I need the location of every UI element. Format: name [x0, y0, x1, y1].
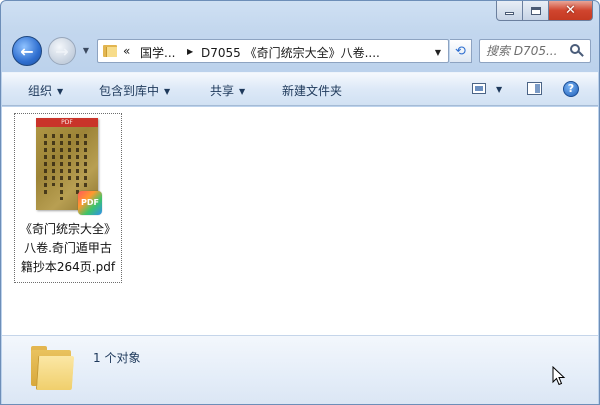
- folder-icon: [103, 45, 117, 57]
- search-box[interactable]: [479, 39, 591, 63]
- share-label: 共享: [210, 84, 235, 98]
- search-input[interactable]: [486, 43, 570, 59]
- caption-buttons: ✕: [496, 1, 593, 21]
- folder-icon: [29, 346, 75, 392]
- mouse-cursor-icon: [552, 366, 566, 386]
- back-button[interactable]: ←: [12, 36, 42, 66]
- chevron-down-icon: ▼: [57, 87, 64, 96]
- navigation-bar: ← → ▼ « 国学... ▶ D7055 《奇门统宗大全》八卷.... ▼ ⟲: [1, 31, 599, 71]
- preview-pane-icon[interactable]: [527, 82, 542, 95]
- view-options-chevron-icon[interactable]: ▼: [496, 85, 502, 94]
- maximize-icon: [530, 6, 541, 15]
- back-arrow-icon: ←: [20, 41, 34, 61]
- address-dropdown-icon[interactable]: ▼: [435, 48, 441, 57]
- breadcrumb-segment-current[interactable]: D7055 《奇门统宗大全》八卷....: [201, 44, 380, 61]
- item-count: 1 个对象: [93, 351, 141, 365]
- file-item[interactable]: PDF PDF 《奇门统宗大全》 八卷.奇门遁甲古 籍抄本264页.pdf: [14, 113, 122, 283]
- file-name-line: 《奇门统宗大全》: [19, 222, 116, 236]
- refresh-icon: ⟲: [455, 43, 466, 59]
- new-folder-button[interactable]: 新建文件夹: [282, 82, 342, 99]
- breadcrumb-segment[interactable]: 国学...: [140, 44, 175, 61]
- help-icon[interactable]: ?: [563, 81, 579, 97]
- organize-label: 组织: [28, 84, 53, 98]
- thumbnail-header-label: PDF: [61, 119, 73, 126]
- thumbnail-header: PDF: [36, 118, 98, 127]
- share-menu[interactable]: 共享 ▼: [210, 82, 245, 99]
- close-icon: ✕: [565, 3, 576, 18]
- include-in-library-menu[interactable]: 包含到库中 ▼: [99, 82, 170, 99]
- search-icon[interactable]: [570, 44, 584, 58]
- include-in-library-label: 包含到库中: [99, 84, 160, 98]
- breadcrumb-separator-icon[interactable]: ▶: [187, 47, 193, 56]
- chevron-down-icon: ▼: [164, 87, 171, 96]
- details-pane: 1 个对象: [2, 335, 598, 404]
- file-list-area[interactable]: PDF PDF 《奇门统宗大全》 八卷.奇门遁甲古 籍抄本264页.pdf: [2, 107, 598, 335]
- address-bar[interactable]: « 国学... ▶ D7055 《奇门统宗大全》八卷.... ▼: [97, 39, 449, 63]
- forward-arrow-icon: →: [55, 41, 69, 61]
- forward-button[interactable]: →: [48, 37, 76, 65]
- file-name-line: 八卷.奇门遁甲古: [24, 241, 112, 255]
- chevron-down-icon: ▼: [82, 45, 90, 55]
- command-bar: 组织 ▼ 包含到库中 ▼ 共享 ▼ 新建文件夹 ▼ ?: [2, 72, 598, 106]
- refresh-button[interactable]: ⟲: [450, 39, 472, 63]
- pdf-file-icon: PDF: [78, 191, 102, 215]
- address-overflow-chevron[interactable]: «: [123, 44, 130, 58]
- file-name[interactable]: 《奇门统宗大全》 八卷.奇门遁甲古 籍抄本264页.pdf: [15, 220, 121, 277]
- maximize-button[interactable]: [523, 1, 549, 21]
- close-button[interactable]: ✕: [549, 1, 593, 21]
- chevron-down-icon: ▼: [239, 87, 246, 96]
- change-view-icon[interactable]: [472, 83, 486, 94]
- recent-pages-button[interactable]: ▼: [81, 45, 91, 55]
- minimize-icon: [505, 12, 514, 15]
- file-name-line: 籍抄本264页.pdf: [20, 260, 116, 274]
- organize-menu[interactable]: 组织 ▼: [28, 82, 63, 99]
- explorer-window: ✕ ← → ▼ « 国学... ▶ D7055 《奇门统宗大全》八卷.... ▼…: [0, 0, 600, 405]
- minimize-button[interactable]: [496, 1, 523, 21]
